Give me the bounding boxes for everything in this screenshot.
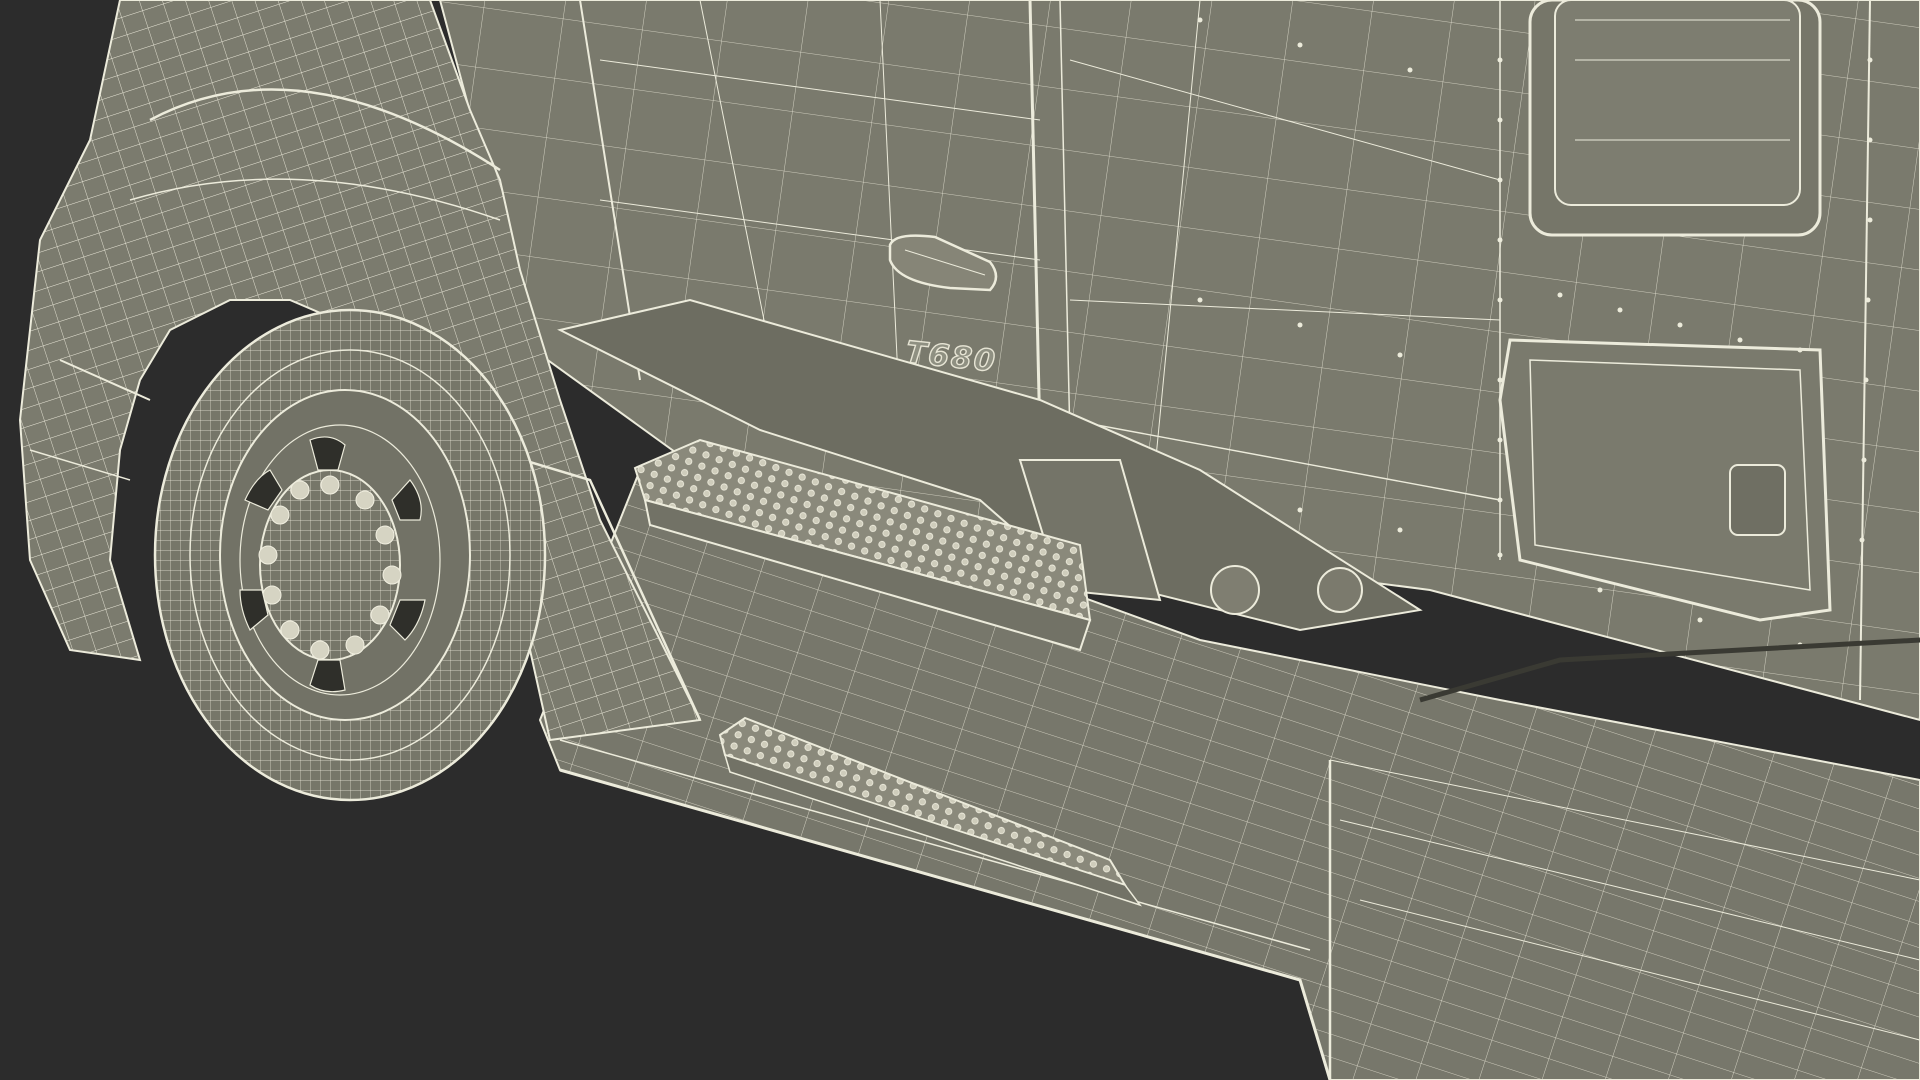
front-wheel bbox=[153, 308, 547, 802]
render-viewport: T680 bbox=[0, 0, 1920, 1080]
sleeper-window bbox=[1528, 0, 1822, 237]
wireframe-render: T680 bbox=[0, 0, 1920, 1080]
compartment-latch bbox=[1729, 464, 1786, 536]
fuel-cap bbox=[1210, 565, 1260, 615]
